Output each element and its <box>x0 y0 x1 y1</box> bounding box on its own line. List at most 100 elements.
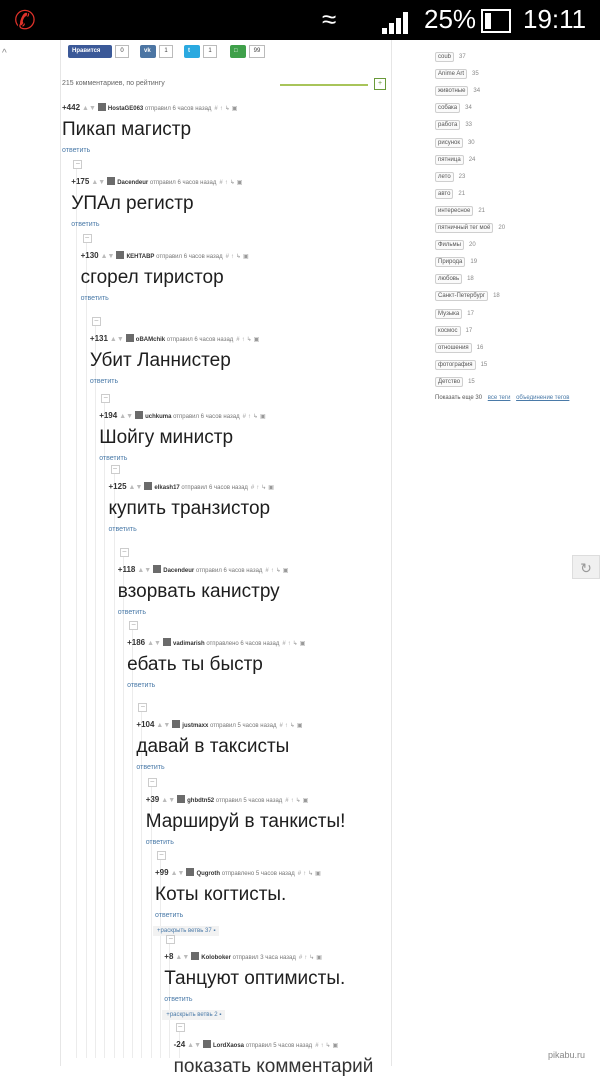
vote-arrows-icon[interactable]: ▲▼ <box>147 640 161 647</box>
comment-rating: +130 <box>80 251 99 260</box>
vote-arrows-icon[interactable]: ▲▼ <box>119 413 133 420</box>
vote-arrows-icon[interactable]: ▲▼ <box>110 336 124 343</box>
collapse-branch-icon[interactable]: − <box>110 465 120 474</box>
tag[interactable]: лето <box>435 171 454 182</box>
expand-branch-button[interactable]: +раскрыть ветвь 2 ▪ <box>162 1010 226 1020</box>
collapse-branch-icon[interactable]: − <box>91 317 101 326</box>
comment-tools-icon[interactable]: #↑↳▣ <box>251 485 276 491</box>
reply-link[interactable]: ответить <box>155 912 183 919</box>
comment-author[interactable]: Koloboker <box>201 955 231 961</box>
comment-tools-icon[interactable]: #↑↳▣ <box>226 254 251 260</box>
reply-link[interactable]: ответить <box>71 221 99 228</box>
comment-author[interactable]: uchkuma <box>145 414 171 420</box>
comment-author[interactable]: Qugroth <box>196 871 220 877</box>
collapse-branch-icon[interactable]: − <box>82 234 92 243</box>
comment-author[interactable]: vadimarish <box>173 641 205 647</box>
subscribe-icon[interactable]: + <box>374 78 386 90</box>
comment-tools-icon[interactable]: #↑↳▣ <box>219 180 244 186</box>
tag[interactable]: работа <box>435 120 461 131</box>
tag[interactable]: Музыка <box>435 308 463 319</box>
tag[interactable]: coub <box>435 52 455 62</box>
vk-share-button[interactable]: vk <box>140 45 156 58</box>
vote-arrows-icon[interactable]: ▲▼ <box>175 954 189 961</box>
collapse-branch-icon[interactable]: − <box>101 394 111 403</box>
tag[interactable]: Санкт-Петербург <box>435 291 489 302</box>
vote-arrows-icon[interactable]: ▲▼ <box>82 105 96 112</box>
comment-author[interactable]: oBAMchik <box>136 337 165 343</box>
comment-tools-icon[interactable]: #↑↳▣ <box>265 568 290 574</box>
tag[interactable]: пятница <box>435 154 464 165</box>
collapse-branch-icon[interactable]: − <box>147 778 157 787</box>
tag[interactable]: авто <box>435 188 454 199</box>
vote-arrows-icon[interactable]: ▲▼ <box>171 870 185 877</box>
merge-tags-link[interactable]: объединение тегов <box>516 395 569 401</box>
status-bar: ✆ ≈ 25% 19:11 <box>0 0 600 40</box>
comment-author[interactable]: justmaxx <box>182 723 208 729</box>
collapse-branch-icon[interactable]: − <box>175 1023 185 1032</box>
expand-branch-button[interactable]: +раскрыть ветвь 37 ▪ <box>153 926 220 936</box>
reply-link[interactable]: ответить <box>62 147 90 154</box>
vote-arrows-icon[interactable]: ▲▼ <box>91 179 105 186</box>
collapse-branch-icon[interactable]: − <box>129 621 139 630</box>
comment-tools-icon[interactable]: #↑↳▣ <box>282 641 307 647</box>
comment-author[interactable]: Dacendeur <box>163 568 194 574</box>
facebook-like-button[interactable]: Нравится <box>68 45 112 58</box>
tag[interactable]: отношения <box>435 342 472 353</box>
refresh-button[interactable]: ↻ <box>572 555 600 579</box>
reply-link[interactable]: ответить <box>109 526 137 533</box>
tag[interactable]: Anime Art <box>435 69 468 80</box>
comment-tools-icon[interactable]: #↑↳▣ <box>214 106 239 112</box>
vote-arrows-icon[interactable]: ▲▼ <box>129 484 143 491</box>
reply-link[interactable]: ответить <box>99 455 127 462</box>
comment-tools-icon[interactable]: #↑↳▣ <box>279 723 304 729</box>
all-tags-link[interactable]: все теги <box>488 395 511 401</box>
collapse-branch-icon[interactable]: − <box>157 851 166 860</box>
reply-link[interactable]: ответить <box>118 609 146 616</box>
collapse-branch-icon[interactable]: − <box>166 935 176 944</box>
comment-header: -24 ▲▼ LordXaosa отправил 5 часов назад #↑↳… <box>174 1040 341 1049</box>
comment-author[interactable]: elkash17 <box>154 485 179 491</box>
tag[interactable]: космос <box>435 325 461 336</box>
collapse-branch-icon[interactable]: − <box>138 703 148 712</box>
reply-link[interactable]: ответить <box>127 682 155 689</box>
comment-author[interactable]: Dacendeur <box>117 180 148 186</box>
avatar <box>162 638 171 646</box>
tag[interactable]: пятничный тег моё <box>435 223 494 233</box>
scroll-up-icon[interactable]: ^ <box>2 48 7 59</box>
tag-row: лето 23 <box>435 165 465 182</box>
comment-author[interactable]: HostaGE063 <box>108 106 143 112</box>
vote-arrows-icon[interactable]: ▲▼ <box>187 1042 201 1049</box>
tag[interactable]: Фильмы <box>435 240 464 251</box>
reply-link[interactable]: ответить <box>146 839 174 846</box>
save-button[interactable]: □ <box>230 45 246 58</box>
reply-link[interactable]: ответить <box>164 996 192 1003</box>
tag[interactable]: Природа <box>435 257 466 268</box>
tag[interactable]: животные <box>435 86 469 97</box>
vote-arrows-icon[interactable]: ▲▼ <box>101 253 115 260</box>
comment-tools-icon[interactable]: #↑↳▣ <box>298 871 323 877</box>
reply-link[interactable]: ответить <box>81 295 109 302</box>
comment-author[interactable]: LordXaosa <box>213 1043 244 1049</box>
tag[interactable]: фотография <box>435 359 476 370</box>
comment-tools-icon[interactable]: #↑↳▣ <box>285 798 310 804</box>
reply-link[interactable]: ответить <box>136 764 164 771</box>
tag[interactable]: интересное <box>435 205 474 216</box>
tag[interactable]: собака <box>435 103 461 114</box>
comment-tools-icon[interactable]: #↑↳▣ <box>236 337 261 343</box>
comment-tools-icon[interactable]: #↑↳▣ <box>299 955 324 961</box>
tag[interactable]: рисунок <box>435 137 463 148</box>
tag[interactable]: Детство <box>435 376 464 387</box>
comment-tools-icon[interactable]: #↑↳▣ <box>315 1043 340 1049</box>
comment-author[interactable]: КЕНТАВР <box>126 254 154 260</box>
collapse-branch-icon[interactable]: − <box>119 548 129 557</box>
comment-tools-icon[interactable]: #↑↳▣ <box>243 414 268 420</box>
twitter-share-button[interactable]: t <box>184 45 200 58</box>
show-more-tags[interactable]: Показать еще 30 <box>435 395 482 401</box>
vote-arrows-icon[interactable]: ▲▼ <box>137 567 151 574</box>
tag[interactable]: любовь <box>435 274 463 285</box>
vote-arrows-icon[interactable]: ▲▼ <box>161 797 175 804</box>
reply-link[interactable]: ответить <box>90 378 118 385</box>
comment-author[interactable]: ghbdtn52 <box>187 798 214 804</box>
collapse-branch-icon[interactable]: − <box>73 160 83 169</box>
vote-arrows-icon[interactable]: ▲▼ <box>156 722 170 729</box>
